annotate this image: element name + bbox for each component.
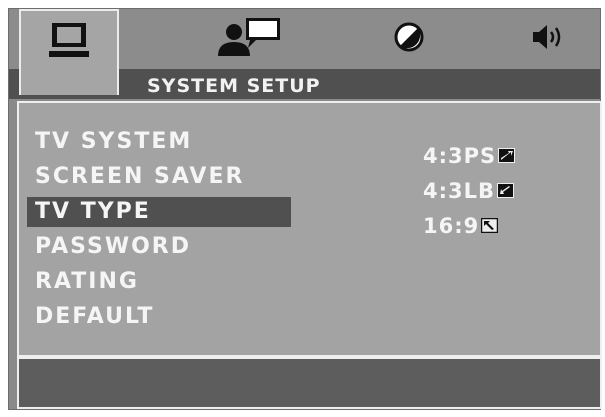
menu-item-screen-saver[interactable]: SCREEN SAVER xyxy=(35,162,244,192)
option-label: 4:3LB xyxy=(423,179,496,203)
person-chat-icon xyxy=(204,16,284,62)
option-4-3ps[interactable]: 4:3PS xyxy=(423,143,516,169)
option-4-3lb[interactable]: 4:3LB xyxy=(423,178,515,204)
tab-system[interactable] xyxy=(19,9,119,95)
tab-language[interactable] xyxy=(189,9,299,69)
aspect-lb-icon xyxy=(497,178,515,204)
menu-item-password[interactable]: PASSWORD xyxy=(35,232,191,262)
menu-item-tv-system[interactable]: TV SYSTEM xyxy=(35,127,192,157)
aspect-ps-icon xyxy=(498,143,516,169)
tab-bar xyxy=(9,9,600,95)
speaker-icon xyxy=(529,23,569,55)
option-16-9[interactable]: 16:9 xyxy=(423,213,499,239)
aspect-wide-icon xyxy=(480,213,499,239)
settings-panel: TV SYSTEM SCREEN SAVER TV TYPE PASSWORD … xyxy=(17,101,602,357)
menu-item-rating[interactable]: RATING xyxy=(35,267,139,297)
menu-item-tv-type[interactable]: TV TYPE xyxy=(27,197,291,227)
tab-video[interactable] xyxy=(369,9,449,69)
monitor-icon xyxy=(46,21,92,63)
tab-audio[interactable] xyxy=(509,9,589,69)
setup-window: SYSTEM SETUP TV SYSTEM SCREEN SAVER TV T… xyxy=(8,8,602,410)
option-label: 4:3PS xyxy=(423,144,497,168)
slashed-circle-icon xyxy=(393,21,425,57)
menu-item-default[interactable]: DEFAULT xyxy=(35,302,154,332)
option-label: 16:9 xyxy=(423,214,480,238)
page-title: SYSTEM SETUP xyxy=(147,75,321,97)
status-bar xyxy=(17,357,602,409)
